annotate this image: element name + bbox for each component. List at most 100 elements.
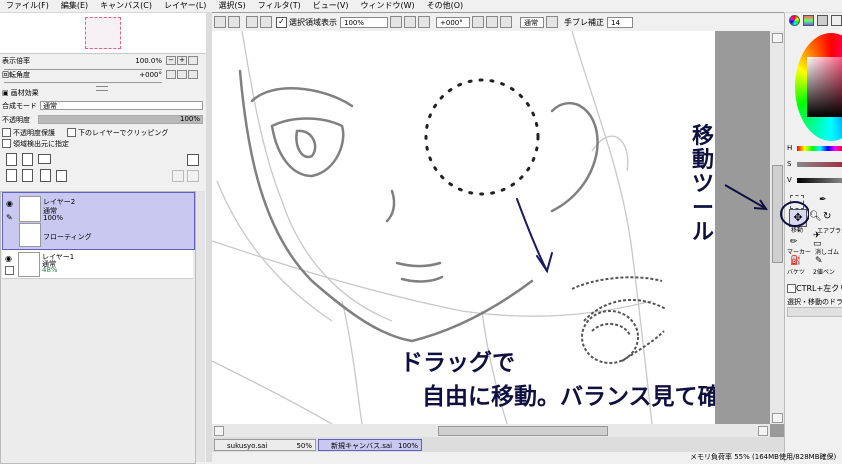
zoom-out-button[interactable]: − — [166, 56, 176, 65]
menu-other[interactable]: その他(O) — [421, 0, 470, 12]
navigator-thumbnail[interactable] — [85, 17, 121, 49]
canvas-toolbar: ✓ 選択領域表示 100% +000° 通常 手ブレ補正 14 — [212, 13, 784, 31]
menu-filter[interactable]: フィルタ(T) — [252, 0, 307, 12]
ctrl-click-label: CTRL+左クリック — [796, 284, 842, 293]
angle-field[interactable]: +000° — [436, 16, 470, 28]
canvas-paper[interactable]: ドラッグで 自由に移動。バランス見て確定。 — [212, 31, 715, 424]
navigator[interactable] — [0, 13, 206, 54]
rotate-right-button[interactable] — [177, 70, 187, 79]
lock-alpha-icon[interactable] — [187, 170, 199, 182]
folder-icon[interactable] — [38, 154, 51, 164]
layer-item[interactable]: ◉ レイヤー1 通常 48% — [2, 250, 193, 279]
horizontal-scroll-thumb[interactable] — [438, 426, 608, 436]
scroll-up-button[interactable] — [772, 33, 783, 43]
menu-edit[interactable]: 編集(E) — [55, 0, 94, 12]
clear-layer-icon[interactable] — [40, 169, 51, 182]
menu-select[interactable]: 選択(S) — [212, 0, 251, 12]
zoom-tool-icon[interactable]: 🔍︎ — [809, 211, 822, 222]
layer-checkbox[interactable] — [5, 266, 14, 275]
redo-button[interactable] — [228, 16, 240, 28]
document-tabs: sukusyo.sai 50% 新規キャンバス.sai 100% — [212, 437, 784, 452]
layer-opacity: 100% — [43, 214, 64, 222]
rotate-tool-icon[interactable]: ↻ — [823, 211, 831, 222]
new-set-layer-icon[interactable] — [22, 153, 33, 166]
undo-button[interactable] — [214, 16, 226, 28]
effects-header[interactable]: ▣ 画材効果 — [0, 87, 206, 98]
sv-square[interactable] — [807, 57, 842, 117]
invert-selection-button[interactable] — [260, 16, 272, 28]
stabilizer-field[interactable]: 14 — [607, 16, 633, 28]
hue-ring[interactable] — [795, 33, 842, 141]
flip-button[interactable] — [546, 16, 558, 28]
eyedropper-icon[interactable]: ✒ — [819, 195, 827, 205]
annotation-instruction-line2: 自由に移動。バランス見て確定。 — [422, 384, 715, 410]
lock-icon[interactable] — [172, 170, 184, 182]
swatch-icon[interactable] — [831, 15, 842, 26]
menu-view[interactable]: ビュー(V) — [307, 0, 355, 12]
zoom-in-button[interactable]: + — [177, 56, 187, 65]
zoom-field[interactable]: 100% — [340, 16, 388, 28]
angle-slider[interactable] — [4, 82, 162, 83]
menu-window[interactable]: ウィンドウ(W) — [354, 0, 420, 12]
bucket-label: バケツ — [787, 269, 806, 276]
layer-item[interactable]: ◉ ✎ レイヤー2 通常 100% フローティング — [2, 192, 195, 250]
menu-layer[interactable]: レイヤー(L) — [158, 0, 212, 12]
protect-checkbox[interactable] — [2, 128, 11, 137]
protect-row: 不透明度保護 下のレイヤーでクリッピング — [0, 127, 206, 138]
left-panel: 表示倍率 100.0% − + 回転角度 +000° ▣ 画材効果 合成モード … — [0, 13, 206, 464]
layer-thumbnail — [19, 196, 41, 222]
doc-tab-new-canvas[interactable]: 新規キャンバス.sai 100% — [318, 439, 422, 451]
hsv-slider-icon[interactable] — [817, 15, 828, 26]
ctrl-click-checkbox[interactable] — [787, 284, 796, 293]
merge-down-icon[interactable] — [22, 169, 33, 182]
layer-scrollbar[interactable] — [196, 191, 205, 462]
floating-thumbnail — [19, 223, 41, 247]
zoom-plus-button[interactable] — [404, 16, 416, 28]
rotate-left-button[interactable] — [166, 70, 176, 79]
rgb-slider-icon[interactable] — [803, 15, 814, 26]
hue-slider[interactable] — [797, 146, 842, 151]
memory-status: メモリ負荷率 55% (164MB使用/828MB確保) — [690, 453, 837, 461]
rotate-ccw-button[interactable] — [472, 16, 484, 28]
zoom-fit-button[interactable] — [418, 16, 430, 28]
scroll-left-button[interactable] — [214, 426, 224, 436]
value-slider[interactable] — [797, 178, 842, 183]
transfer-down-icon[interactable] — [6, 169, 17, 182]
mode-field[interactable]: 通常 — [520, 16, 544, 28]
scroll-down-button[interactable] — [772, 413, 783, 423]
trash-icon[interactable] — [56, 170, 67, 182]
new-layer-icon[interactable] — [6, 153, 17, 166]
blend-label: 合成モード — [2, 101, 37, 110]
menu-file[interactable]: ファイル(F) — [0, 0, 55, 12]
scroll-right-button[interactable] — [758, 426, 768, 436]
stabilizer-label: 手ブレ補正 — [564, 17, 604, 27]
menu-canvas[interactable]: キャンバス(C) — [94, 0, 158, 12]
opacity-row[interactable]: 不透明度 100% — [0, 114, 206, 125]
marker-icon[interactable]: ✏ — [790, 237, 798, 247]
select-move-label: 選択・移動のドラ — [787, 298, 842, 306]
color-wheel-icon[interactable] — [789, 15, 800, 26]
color-mode-tabs — [789, 15, 842, 26]
horizontal-scrollbar[interactable] — [212, 424, 770, 437]
layer-thumbnail — [18, 252, 40, 277]
rotate-reset-button[interactable] — [188, 70, 198, 79]
rotate-reset-toolbar-button[interactable] — [500, 16, 512, 28]
doc-tab-sukusyo[interactable]: sukusyo.sai 50% — [214, 439, 316, 451]
clip-checkbox[interactable] — [67, 128, 76, 137]
eye-icon[interactable]: ◉ — [6, 199, 13, 208]
saturation-slider[interactable] — [797, 162, 842, 167]
option-bar[interactable] — [787, 307, 842, 317]
show-selection-checkbox[interactable]: ✓ — [276, 16, 287, 28]
doublepen-icon[interactable]: ✎ — [815, 256, 823, 266]
layer-view-icon[interactable] — [187, 154, 199, 166]
deselect-button[interactable] — [246, 16, 258, 28]
bucket-icon[interactable]: ⛽ — [790, 256, 801, 266]
opacity-slider[interactable]: 100% — [38, 115, 203, 124]
blend-row: 合成モード 通常 — [0, 100, 206, 111]
rotate-cw-button[interactable] — [486, 16, 498, 28]
zoom-reset-button[interactable] — [188, 56, 198, 65]
blend-mode-select[interactable]: 通常 — [40, 101, 203, 110]
source-checkbox[interactable] — [2, 139, 11, 148]
eye-icon[interactable]: ◉ — [5, 254, 12, 263]
zoom-minus-button[interactable] — [390, 16, 402, 28]
